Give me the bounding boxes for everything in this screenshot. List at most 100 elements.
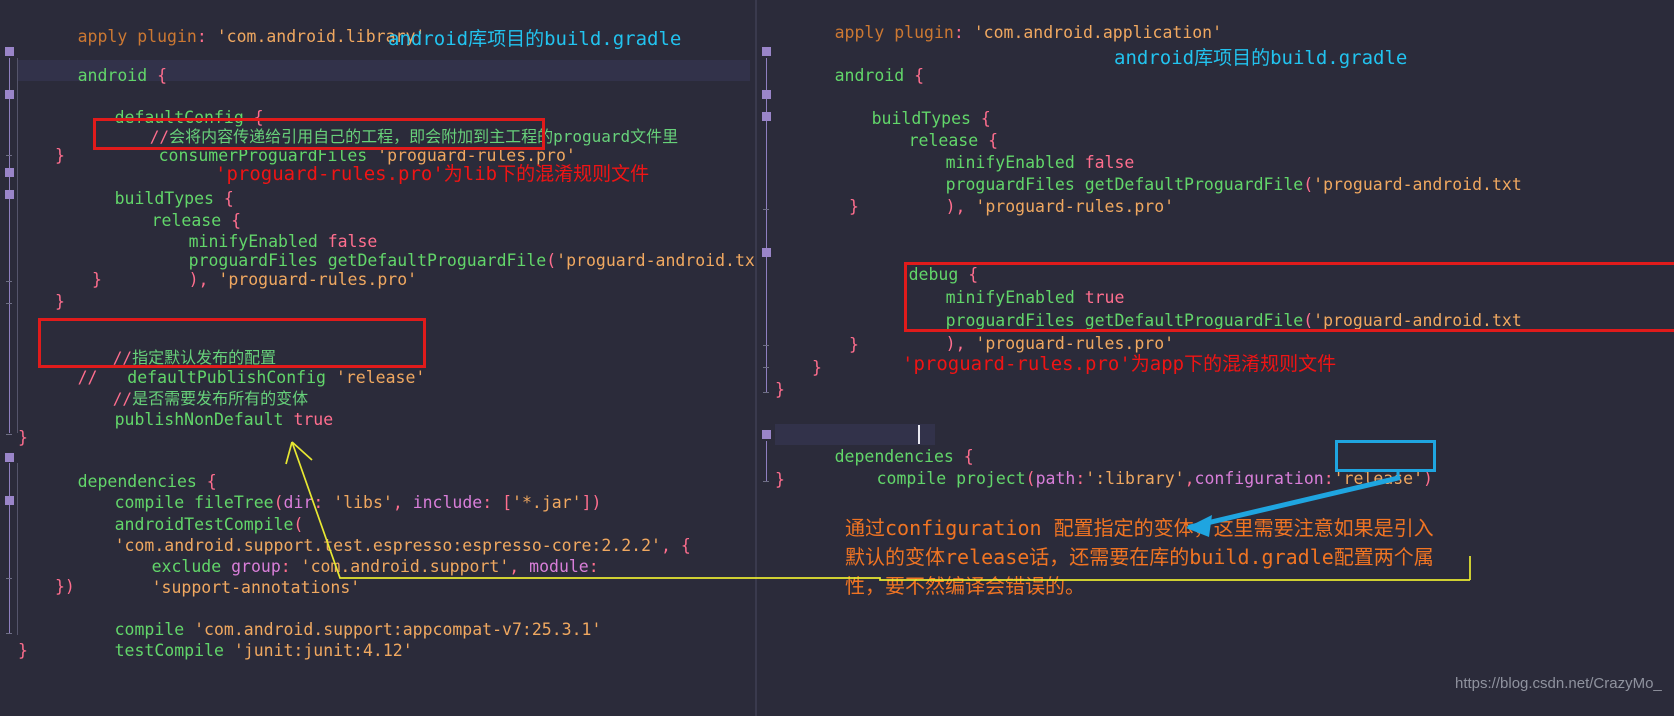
code-token-sp	[946, 469, 956, 488]
gutter-fold-marker[interactable]	[5, 496, 14, 505]
gutter-indent-line	[766, 441, 767, 481]
gutter-fold-marker[interactable]	[762, 430, 771, 439]
code-token-close-brace: }	[18, 428, 28, 447]
right-pane-title-annotation: android库项目的build.gradle	[1114, 47, 1408, 69]
gutter-fold-marker[interactable]	[5, 168, 14, 177]
gutter-fold-marker[interactable]	[762, 248, 771, 257]
code-token-paren: (	[1303, 174, 1314, 194]
gutter-fold-end	[763, 367, 769, 368]
code-line[interactable]: testCompile 'junit:junit:4.12'	[55, 618, 413, 683]
code-token-colon: :	[313, 492, 334, 512]
gutter-fold-marker[interactable]	[762, 90, 771, 99]
gutter-fold-marker[interactable]	[762, 47, 771, 56]
code-line[interactable]: }	[849, 196, 859, 218]
gutter-fold-marker[interactable]	[762, 112, 771, 121]
code-line[interactable]: ), 'proguard-rules.pro'	[129, 247, 418, 312]
gutter-fold-end	[763, 392, 769, 393]
gutter-fold-end	[6, 281, 12, 282]
code-token-colon: :	[953, 22, 974, 42]
gutter-fold-marker[interactable]	[5, 190, 14, 199]
orange-note-line-2: 默认的变体release话，还需要在库的build.gradle配置两个属	[845, 545, 1434, 569]
right-gutter[interactable]	[757, 0, 775, 716]
left-editor-pane[interactable]: apply plugin: 'com.android.library' andr…	[0, 0, 757, 716]
red-annotation-lib-rules: 'proguard-rules.pro'为lib下的混淆规则文件	[215, 163, 650, 185]
gutter-fold-end	[763, 481, 769, 482]
code-line[interactable]: }	[55, 145, 65, 167]
gutter-indent-line	[9, 463, 10, 633]
code-line[interactable]: }	[92, 269, 102, 291]
code-token-true: true	[293, 409, 334, 429]
code-token-brace: {	[147, 65, 168, 85]
pane-divider[interactable]	[755, 0, 757, 716]
code-token-project: project	[956, 468, 1026, 488]
code-token-close-brace: }	[812, 358, 822, 377]
code-token-close-brace: }	[92, 270, 102, 289]
code-token-brace: {	[904, 65, 925, 85]
code-token-android-txt-nq: 'proguard-android.txt	[1313, 174, 1522, 194]
code-token-colon: : [	[482, 492, 513, 512]
code-token-closeparen: ])	[581, 492, 602, 512]
gutter-indent-line	[9, 58, 10, 433]
left-pane-title-annotation: android库项目的build.gradle	[388, 28, 682, 50]
gutter-fold-marker[interactable]	[5, 90, 14, 99]
code-token-testcompile: testCompile	[114, 640, 224, 660]
code-token-compile: compile	[876, 468, 947, 488]
code-token-colon: :	[196, 26, 217, 46]
code-token-paren: (	[1025, 468, 1036, 488]
gutter-fold-end	[6, 303, 12, 304]
code-line[interactable]: }	[775, 469, 785, 491]
code-token-comma: ,	[509, 556, 530, 576]
gutter-fold-end	[763, 209, 769, 210]
gutter-fold-end	[6, 578, 12, 579]
code-token-library-path: ':library'	[1085, 468, 1185, 488]
gutter-fold-end	[763, 345, 769, 346]
gutter-fold-marker[interactable]	[5, 47, 14, 56]
code-token-comma: ,	[392, 492, 413, 512]
code-token-close-brace: }	[775, 470, 785, 489]
red-highlight-box-default-publish	[38, 318, 426, 368]
gutter-fold-end	[6, 155, 12, 156]
code-token-rules-pro2: 'proguard-rules.pro'	[218, 269, 418, 289]
code-token-close-brace: }	[849, 335, 859, 354]
code-token-sp	[224, 641, 234, 660]
code-line[interactable]: }	[18, 427, 28, 449]
code-token-libs: 'libs'	[333, 492, 393, 512]
code-line[interactable]: }	[55, 291, 65, 313]
red-highlight-box-consumer-proguard	[93, 118, 545, 150]
code-token-supportannotations: 'support-annotations'	[151, 577, 361, 597]
gutter-fold-marker[interactable]	[5, 453, 14, 462]
gutter-fold-end	[6, 434, 12, 435]
code-line[interactable]: }	[812, 357, 822, 379]
code-token-colon: :	[588, 556, 599, 576]
code-line[interactable]: }	[775, 379, 785, 401]
code-line[interactable]: }	[849, 334, 859, 356]
code-token-path: path	[1035, 468, 1076, 488]
code-token-app-id: 'com.android.application'	[973, 22, 1223, 42]
code-token-close-paren-brace: })	[55, 577, 75, 596]
code-token-apply: apply	[834, 22, 885, 42]
code-token-publishnondefault: publishNonDefault	[114, 409, 284, 429]
code-line[interactable]: }	[18, 640, 28, 662]
code-token-close-brace: }	[849, 197, 859, 216]
code-token-sp	[284, 410, 294, 429]
code-token-android: android	[77, 65, 148, 85]
code-token-paren: (	[546, 250, 557, 270]
gutter-indent-line	[766, 58, 767, 393]
left-gutter[interactable]	[0, 0, 18, 716]
code-token-close-brace: }	[18, 641, 28, 660]
code-token-colon: :	[1323, 468, 1334, 488]
code-line[interactable]: publishNonDefault true	[55, 387, 334, 452]
code-token-module: module	[529, 556, 589, 576]
code-token-sp	[326, 368, 336, 387]
code-token-rules-pro: 'proguard-rules.pro'	[975, 196, 1175, 216]
red-annotation-app-rules: 'proguard-rules.pro'为app下的混淆规则文件	[902, 353, 1337, 375]
orange-note-line-1: 通过configuration 配置指定的变体，这里需要注意如果是引入	[845, 516, 1434, 540]
code-line[interactable]: ), 'proguard-rules.pro'	[886, 174, 1175, 239]
code-token-jar: '*.jar'	[512, 492, 582, 512]
code-line[interactable]: })	[55, 576, 75, 598]
right-editor-pane[interactable]: apply plugin: 'com.android.application' …	[757, 0, 1674, 716]
code-token-colon: :	[1075, 468, 1086, 488]
code-token-close-brace: }	[775, 380, 785, 399]
code-token-configuration: configuration	[1194, 468, 1324, 488]
code-token-junit: 'junit:junit:4.12'	[233, 640, 413, 660]
